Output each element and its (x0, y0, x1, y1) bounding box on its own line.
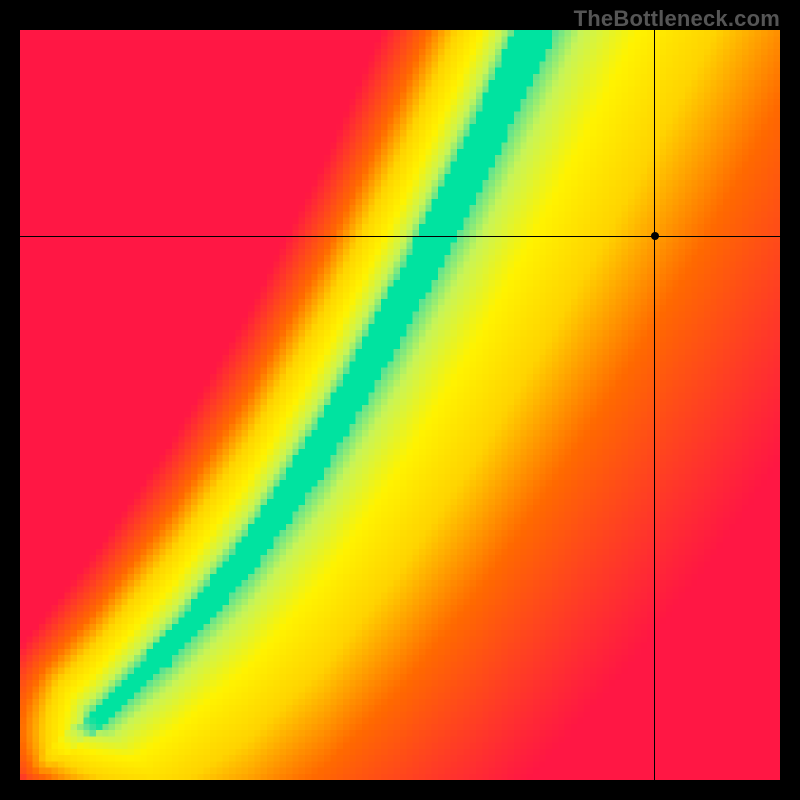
crosshair-horizontal (20, 236, 780, 237)
chart-container: TheBottleneck.com (0, 0, 800, 800)
crosshair-vertical (654, 30, 655, 780)
watermark-text: TheBottleneck.com (574, 6, 780, 32)
heatmap-plot (20, 30, 780, 780)
marker-dot (651, 232, 659, 240)
heatmap-canvas (20, 30, 780, 780)
